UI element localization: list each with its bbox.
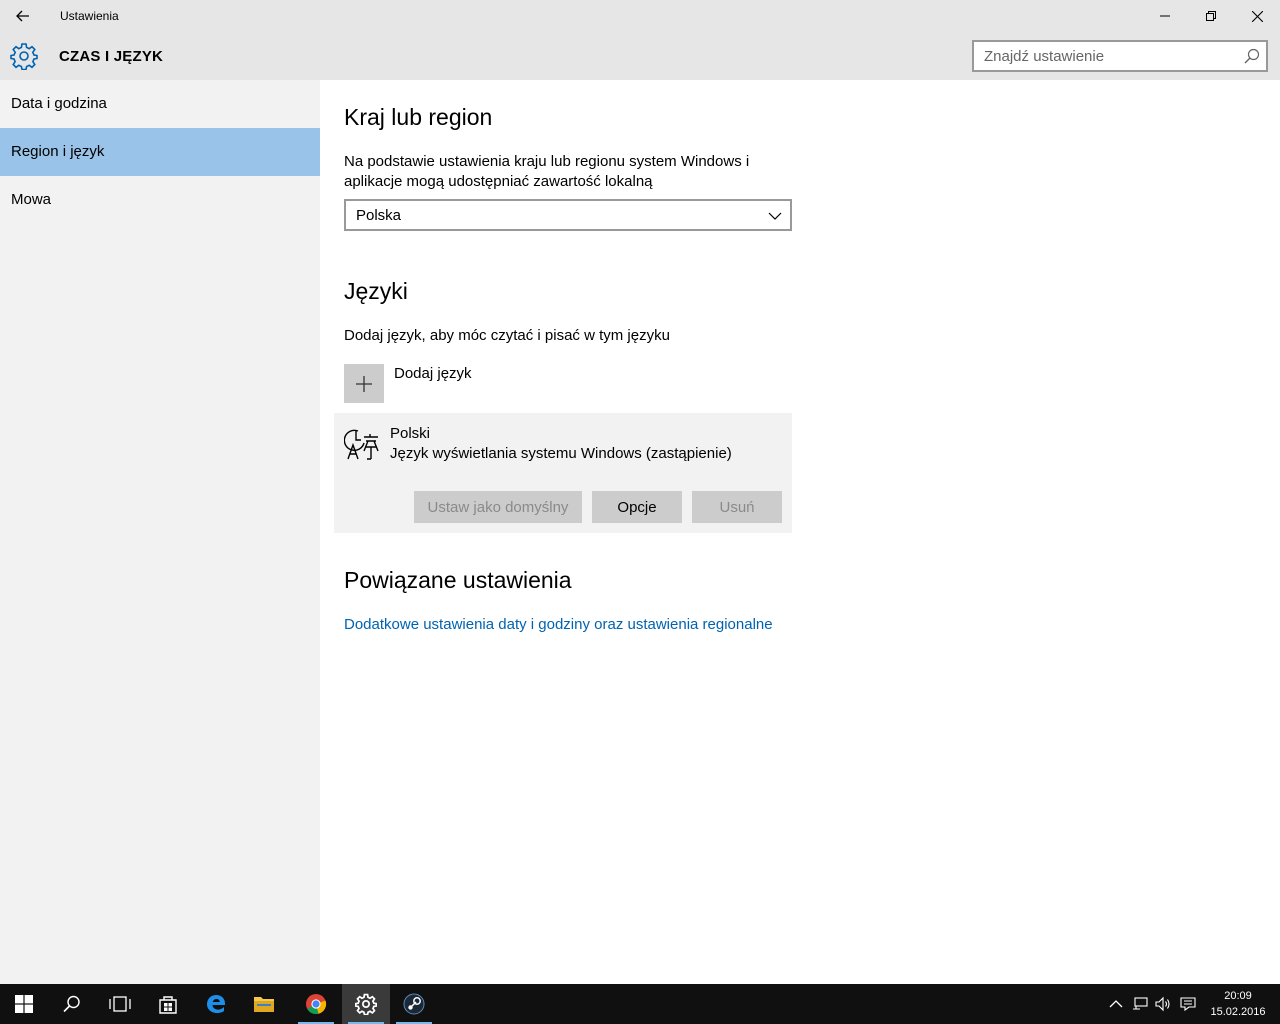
task-view-icon	[109, 996, 131, 1012]
taskbar-search-button[interactable]	[48, 984, 96, 1024]
restore-button[interactable]	[1188, 0, 1234, 32]
page-title: CZAS I JĘZYK	[59, 48, 164, 65]
volume-icon[interactable]	[1155, 996, 1171, 1012]
app-title: Ustawienia	[60, 9, 119, 23]
related-settings-heading: Powiązane ustawienia	[344, 567, 572, 593]
title-bar: Ustawienia	[0, 0, 1280, 32]
add-language-label[interactable]: Dodaj język	[394, 365, 472, 382]
sidebar-item-region-language[interactable]: Region i język	[0, 128, 320, 176]
add-language-button[interactable]	[344, 364, 384, 403]
task-view-button[interactable]	[96, 984, 144, 1024]
minimize-button[interactable]	[1142, 0, 1188, 32]
chevron-up-icon[interactable]	[1108, 996, 1124, 1012]
languages-description: Dodaj język, aby móc czytać i pisać w ty…	[344, 327, 670, 344]
action-center-icon[interactable]	[1180, 996, 1196, 1012]
main-content: Kraj lub region Na podstawie ustawienia …	[320, 80, 1280, 984]
chrome-button[interactable]	[292, 984, 340, 1024]
language-pack-icon	[344, 429, 379, 460]
settings-header: CZAS I JĘZYK	[0, 32, 1280, 80]
set-default-button[interactable]: Ustaw jako domyślny	[414, 491, 582, 523]
edge-icon	[207, 995, 226, 1013]
language-detail: Język wyświetlania systemu Windows (zast…	[390, 445, 732, 462]
languages-heading: Języki	[344, 278, 408, 304]
close-icon	[1251, 10, 1263, 22]
taskbar-clock[interactable]: 20:09 15.02.2016	[1204, 988, 1272, 1020]
settings-icon	[355, 993, 377, 1015]
start-button[interactable]	[0, 984, 48, 1024]
region-heading: Kraj lub region	[344, 104, 493, 130]
store-icon	[159, 996, 177, 1014]
clock-date: 15.02.2016	[1210, 1006, 1266, 1018]
search-icon[interactable]	[1244, 48, 1260, 64]
network-icon[interactable]	[1132, 996, 1148, 1012]
search-box[interactable]	[972, 40, 1268, 72]
windows-logo-icon	[15, 995, 33, 1013]
close-button[interactable]	[1234, 0, 1280, 32]
clock-time: 20:09	[1224, 990, 1252, 1002]
file-explorer-icon	[254, 997, 274, 1012]
language-name: Polski	[390, 425, 431, 442]
store-button[interactable]	[144, 984, 192, 1024]
arrow-left-icon	[16, 10, 29, 22]
sidebar: Data i godzina Region i język Mowa	[0, 80, 320, 984]
remove-button[interactable]: Usuń	[692, 491, 782, 523]
steam-icon	[403, 993, 425, 1015]
taskbar: 20:09 15.02.2016	[0, 984, 1280, 1024]
search-input[interactable]	[984, 47, 1234, 65]
country-dropdown-value: Polska	[356, 207, 402, 224]
country-dropdown[interactable]: Polska	[344, 199, 792, 231]
search-icon	[63, 995, 80, 1013]
restore-icon	[1206, 11, 1216, 21]
language-item[interactable]: Polski Język wyświetlania systemu Window…	[334, 413, 792, 533]
settings-button[interactable]	[342, 984, 390, 1024]
file-explorer-button[interactable]	[240, 984, 288, 1024]
options-button[interactable]: Opcje	[592, 491, 682, 523]
steam-button[interactable]	[390, 984, 438, 1024]
gear-icon	[10, 43, 38, 70]
chrome-icon	[306, 994, 327, 1015]
additional-date-time-settings-link[interactable]: Dodatkowe ustawienia daty i godziny oraz…	[344, 616, 773, 633]
minimize-icon	[1160, 15, 1170, 17]
sidebar-item-speech[interactable]: Mowa	[0, 176, 320, 224]
plus-icon	[356, 375, 372, 392]
region-description: Na podstawie ustawienia kraju lub region…	[344, 153, 750, 190]
sidebar-item-date-time[interactable]: Data i godzina	[0, 80, 320, 128]
edge-button[interactable]	[192, 984, 240, 1024]
chevron-down-icon	[768, 212, 782, 220]
back-button[interactable]	[0, 0, 46, 32]
